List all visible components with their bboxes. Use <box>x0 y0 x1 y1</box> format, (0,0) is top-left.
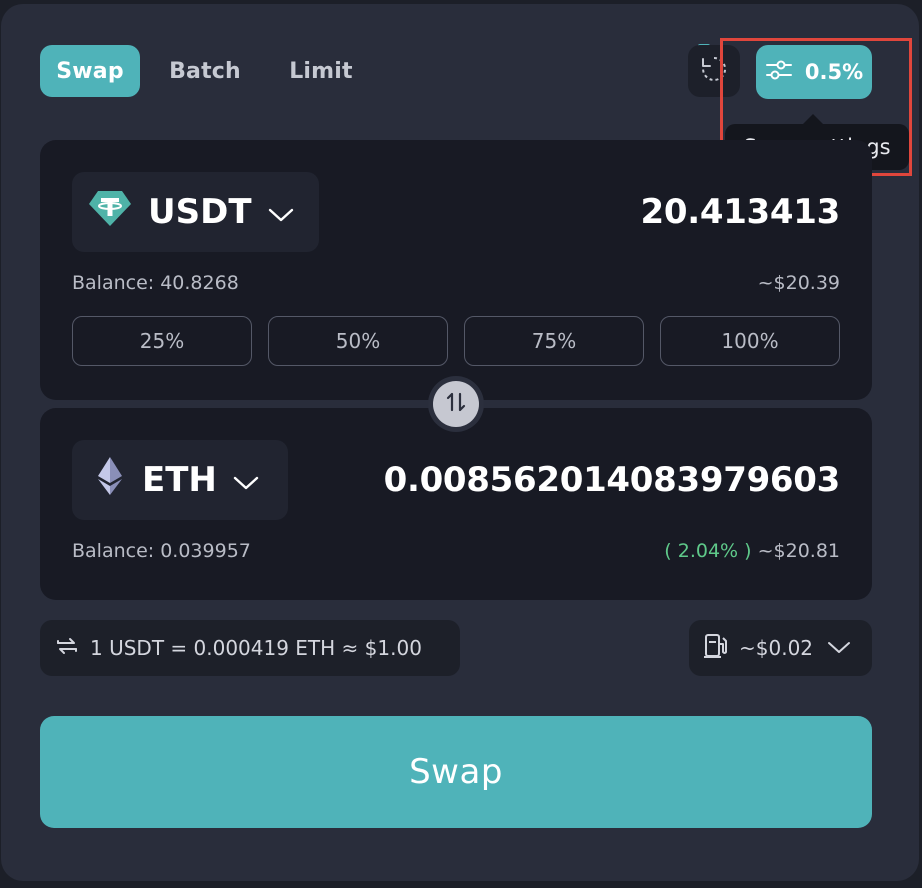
tab-batch[interactable]: Batch <box>158 45 252 97</box>
flip-tokens-button[interactable] <box>428 376 484 432</box>
percent-75-button[interactable]: 75% <box>464 316 644 366</box>
tab-limit[interactable]: Limit <box>278 45 364 97</box>
percent-25-button[interactable]: 25% <box>72 316 252 366</box>
to-amount-output: 0.008562014083979603 <box>383 460 841 500</box>
from-usd-value: ~$20.39 <box>757 272 840 294</box>
from-amount-input[interactable]: 20.413413 <box>641 192 841 232</box>
swap-arrows-icon <box>445 391 467 417</box>
refresh-arrows-icon <box>54 633 80 664</box>
to-usd-value-row: ( 2.04% ) ~$20.81 <box>664 540 840 562</box>
to-token-select[interactable]: ETH <box>72 440 288 520</box>
gas-fee-dropdown[interactable]: ~$0.02 <box>689 620 872 676</box>
to-balance: Balance: 0.039957 <box>72 540 251 562</box>
exchange-rate-text: 1 USDT = 0.000419 ETH ≈ $1.00 <box>90 636 422 660</box>
chevron-down-icon <box>268 192 294 232</box>
from-token-select[interactable]: USDT <box>72 172 319 252</box>
from-balance: Balance: 40.8268 <box>72 272 239 294</box>
percent-100-button[interactable]: 100% <box>660 316 840 366</box>
gas-fee-value: ~$0.02 <box>739 636 814 660</box>
swap-submit-button[interactable]: Swap <box>40 716 872 828</box>
eth-icon <box>88 455 126 506</box>
to-panel: ETH 0.008562014083979603 Balance: 0.0399… <box>40 408 872 600</box>
tab-swap[interactable]: Swap <box>40 45 140 97</box>
to-token-symbol: ETH <box>142 460 217 500</box>
chevron-down-icon <box>233 460 259 500</box>
from-token-symbol: USDT <box>148 192 252 232</box>
chevron-down-icon <box>827 636 851 660</box>
percent-50-button[interactable]: 50% <box>268 316 448 366</box>
gas-pump-icon <box>703 632 729 665</box>
from-panel: USDT 20.413413 Balance: 40.8268 ~$20.39 … <box>40 140 872 400</box>
to-usd-value: ~$20.81 <box>757 540 840 562</box>
exchange-rate[interactable]: 1 USDT = 0.000419 ETH ≈ $1.00 <box>40 620 460 676</box>
price-impact: ( 2.04% ) <box>664 540 752 562</box>
usdt-icon <box>88 188 132 237</box>
